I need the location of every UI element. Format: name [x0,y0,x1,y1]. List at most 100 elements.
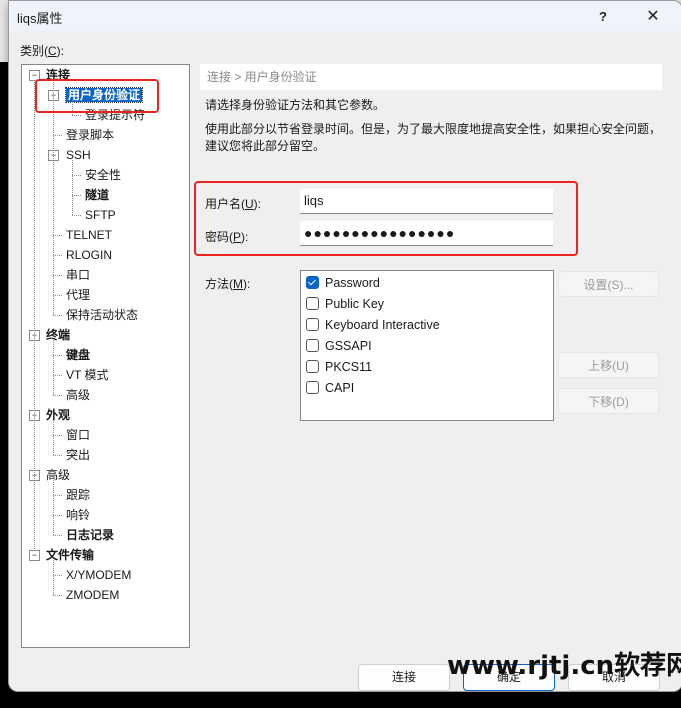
tree-connector [53,80,54,315]
tree-item-label: 键盘 [66,348,91,362]
tree-item[interactable]: VT 模式 [66,366,108,384]
auth-method-item[interactable]: Password [306,273,380,293]
tree-item-label: 安全性 [85,168,122,182]
tree-item-label: 高级 [66,388,91,402]
tree-connector [53,595,62,596]
collapse-icon[interactable]: − [29,550,40,561]
tree-item[interactable]: 代理 [66,286,90,304]
tree-item-label: ZMODEM [66,588,120,602]
tree-item[interactable]: SSH [66,146,91,164]
tree-item[interactable]: 日志记录 [66,526,114,544]
connect-button[interactable]: 连接 [358,664,450,691]
tree-item[interactable]: TELNET [66,226,112,244]
tree-item-label: X/YMODEM [66,568,132,582]
tree-connector [53,295,62,296]
auth-method-item[interactable]: Keyboard Interactive [306,315,440,335]
settings-button[interactable]: 设置(S)... [558,271,659,297]
title-bar: liqs属性 ? ✕ [9,1,681,31]
tree-connector [72,175,81,176]
username-input[interactable]: liqs [300,189,553,214]
auth-method-label: Password [325,276,380,290]
auth-method-item[interactable]: PKCS11 [306,357,372,377]
auth-method-label: GSSAPI [325,339,372,353]
tree-connector [72,160,73,215]
tree-connector [53,480,54,535]
password-input[interactable]: ●●●●●●●●●●●●●●●● [300,221,553,246]
tree-connector [53,355,62,356]
description-primary: 请选择身份验证方法和其它参数。 [205,98,386,112]
tree-item[interactable]: 键盘 [66,346,90,364]
category-label: 类别(C): [20,44,65,58]
tree-item[interactable]: ZMODEM [66,586,119,604]
tree-item[interactable]: 隧道 [85,186,109,204]
auth-method-label: PKCS11 [325,360,373,374]
tree-connector [34,80,35,551]
auth-method-list: Password Public Key Keyboard Interactive GS… [300,270,554,421]
tree-connector [53,420,54,455]
tree-item[interactable]: 安全性 [85,166,121,184]
tree-item-label: RLOGIN [66,248,113,262]
tree-item[interactable]: 响铃 [66,506,90,524]
tree-connector [72,195,81,196]
tree-item-label: 串口 [66,268,91,282]
tree-item[interactable]: 窗口 [66,426,90,444]
tree-item-label: 外观 [46,408,71,422]
auth-method-label: CAPI [325,381,355,395]
tree-connector [72,215,81,216]
tree-item-label: 响铃 [66,508,91,522]
tree-connector [53,315,62,316]
tree-item-label: 窗口 [66,428,91,442]
auth-method-label: Keyboard Interactive [325,318,440,332]
username-label: 用户名(U): [205,197,262,211]
tree-item-label: 隧道 [85,188,110,202]
tree-item-label: SFTP [85,208,116,222]
tree-connector [53,455,62,456]
auth-method-item[interactable]: CAPI [306,378,354,398]
tree-connector [53,375,62,376]
password-label: 密码(P): [205,230,249,244]
tree-item[interactable]: 外观 [46,406,70,424]
tree-connector [53,515,62,516]
checkbox-icon[interactable] [306,381,319,394]
checkbox-checked-icon[interactable] [306,276,319,289]
tree-connector [53,560,54,595]
tree-item[interactable]: 保持活动状态 [66,306,138,324]
help-button[interactable]: ? [583,5,623,29]
tree-item[interactable]: 跟踪 [66,486,90,504]
checkbox-icon[interactable] [306,318,319,331]
method-label: 方法(M): [205,277,251,291]
auth-method-item[interactable]: Public Key [306,294,384,314]
tree-connector [53,435,62,436]
close-button[interactable]: ✕ [633,5,673,29]
auth-method-item[interactable]: GSSAPI [306,336,372,356]
tree-connector [53,255,62,256]
selected-node-highlight-box [35,79,159,113]
tree-item-label: SSH [66,148,91,162]
tree-item[interactable]: 高级 [66,386,90,404]
window-title: liqs属性 [17,11,63,26]
watermark-text: www.rjtj.cn软荐网 [447,651,681,681]
checkbox-icon[interactable] [306,360,319,373]
move-down-button[interactable]: 下移(D) [558,388,659,414]
description-secondary: 使用此部分以节省登录时间。但是，为了最大限度地提高安全性，如果担心安全问题， 建… [205,122,662,153]
tree-connector [53,235,62,236]
tree-item[interactable]: 串口 [66,266,90,284]
tree-item-label: 突出 [66,448,91,462]
tree-item[interactable]: 终端 [46,326,70,344]
move-up-button[interactable]: 上移(U) [558,352,659,378]
checkbox-icon[interactable] [306,339,319,352]
tree-item[interactable]: RLOGIN [66,246,112,264]
tree-connector [53,135,62,136]
category-tree[interactable]: 连接 − 用户身份验证 − 登录提示符 登录脚本 SSH − 安全性 隧道 SFTP TELNET RL… [21,64,190,648]
tree-item[interactable]: SFTP [85,206,116,224]
checkbox-icon[interactable] [306,297,319,310]
tree-connector [53,340,54,395]
tree-item-label: 代理 [66,288,91,302]
tree-item[interactable]: 高级 [46,466,70,484]
tree-item[interactable]: 突出 [66,446,90,464]
tree-item[interactable]: X/YMODEM [66,566,131,584]
breadcrumb: 连接 > 用户身份验证 [200,64,662,90]
auth-method-label: Public Key [325,297,385,311]
tree-item[interactable]: 登录脚本 [66,126,114,144]
tree-connector [53,535,62,536]
